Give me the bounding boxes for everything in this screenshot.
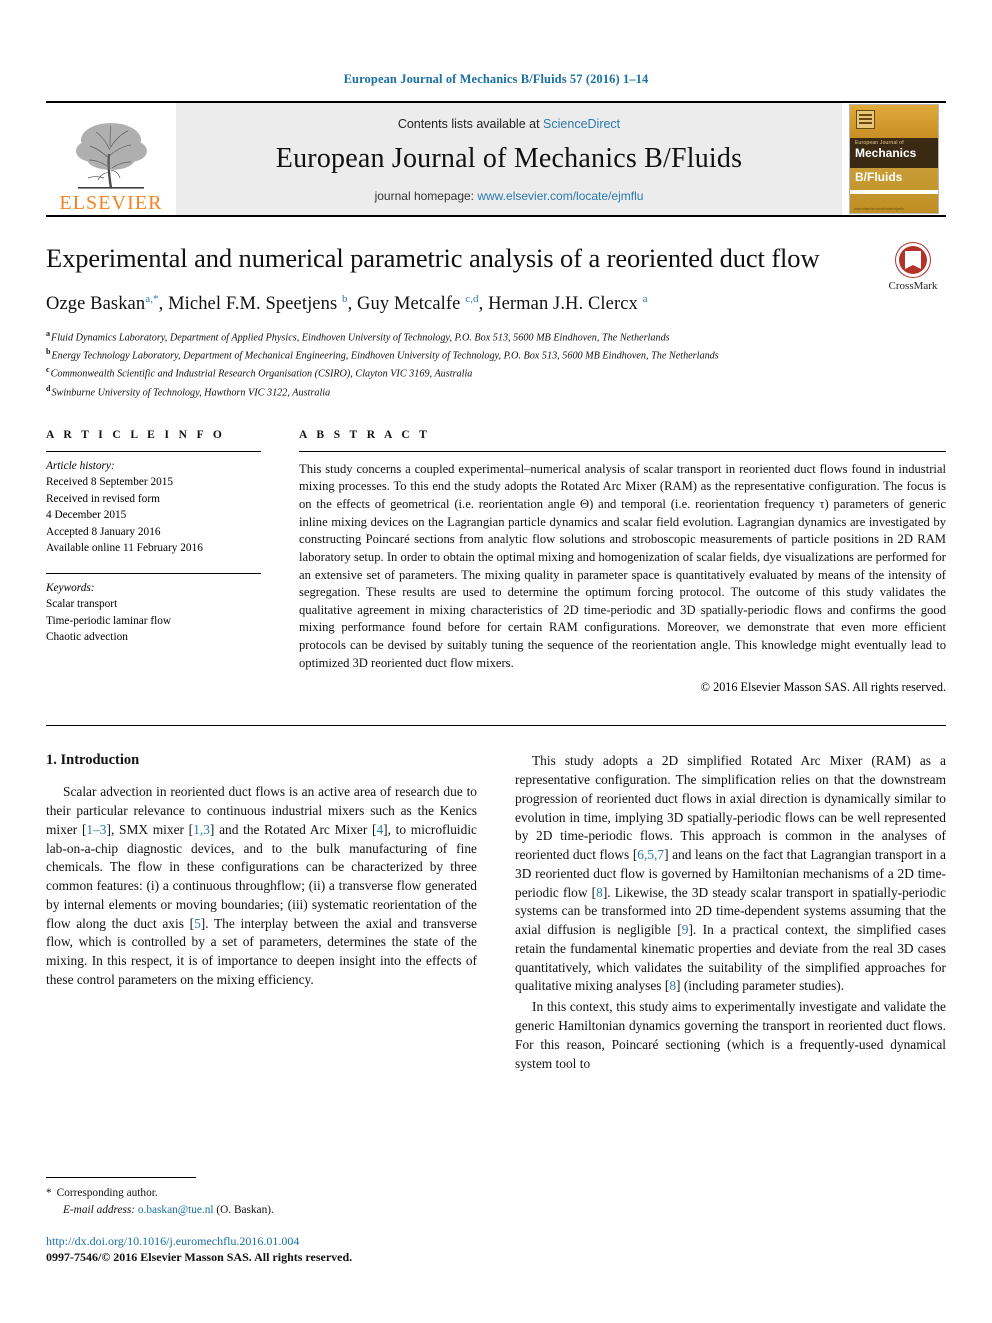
- affiliation-text: Energy Technology Laboratory, Department…: [51, 350, 719, 362]
- title-block: CrossMark Experimental and numerical par…: [46, 243, 946, 401]
- email-line: E-mail address: o.baskan@tue.nl (O. Bask…: [46, 1202, 476, 1219]
- corresponding-author-line: * Corresponding author.: [46, 1185, 476, 1202]
- article-history-label: Article history:: [46, 459, 115, 472]
- journal-masthead: ELSEVIER Contents lists available at Sci…: [46, 101, 946, 215]
- affiliation-mark: a: [46, 328, 50, 338]
- body-column-left: 1. Introduction Scalar advection in reor…: [46, 752, 477, 1075]
- journal-title: European Journal of Mechanics B/Fluids: [275, 142, 743, 174]
- affiliation-text: Fluid Dynamics Laboratory, Department of…: [51, 332, 670, 344]
- email-link[interactable]: o.baskan@tue.nl: [138, 1204, 214, 1216]
- body-paragraph: Scalar advection in reoriented duct flow…: [46, 784, 477, 987]
- doi-block: http://dx.doi.org/10.1016/j.euromechflu.…: [46, 1233, 476, 1265]
- footnote-rule: [46, 1176, 196, 1178]
- article-info-heading: A R T I C L E I N F O: [46, 428, 226, 441]
- article-history-block: Article history: Received 8 September 20…: [46, 452, 261, 557]
- keywords-label: Keywords:: [46, 581, 95, 594]
- affiliation-text: Commonwealth Scientific and Industrial R…: [50, 368, 473, 380]
- crossmark-badge-group[interactable]: CrossMark: [880, 243, 946, 292]
- abstract-heading: A B S T R A C T: [299, 428, 431, 441]
- history-item: Received 8 September 2015: [46, 476, 174, 489]
- keyword-item: Chaotic advection: [46, 631, 128, 644]
- crossmark-icon: [896, 243, 930, 277]
- asterisk-icon: *: [46, 1186, 52, 1199]
- email-label: E-mail address:: [63, 1203, 136, 1216]
- keywords-block: Keywords: Scalar transport Time-periodic…: [46, 574, 261, 646]
- body-column-right: This study adopts a 2D simplified Rotate…: [515, 752, 946, 1075]
- keyword-item: Time-periodic laminar flow: [46, 614, 172, 627]
- doi-link[interactable]: http://dx.doi.org/10.1016/j.euromechflu.…: [46, 1233, 476, 1249]
- abstract-copyright: © 2016 Elsevier Masson SAS. All rights r…: [700, 680, 946, 695]
- keyword-item: Scalar transport: [46, 598, 118, 611]
- cover-publisher-mark-icon: [856, 110, 875, 129]
- cover-title-band: European Journal of Mechanics: [850, 138, 938, 168]
- body-divider-rule: [46, 725, 946, 727]
- cover-journal-line2: Mechanics: [855, 146, 917, 160]
- elsevier-wordmark: ELSEVIER: [59, 192, 163, 214]
- cover-footer-url: www.elsevier.com/locate/ejmflu: [854, 207, 904, 211]
- history-item: 4 December 2015: [46, 509, 127, 522]
- running-head: European Journal of Mechanics B/Fluids 5…: [343, 72, 649, 86]
- page-title: Experimental and numerical parametric an…: [46, 243, 820, 273]
- paper-page: European Journal of Mechanics B/Fluids 5…: [0, 0, 992, 1323]
- affiliation-mark: b: [46, 347, 51, 357]
- history-item: Accepted 8 January 2016: [46, 525, 161, 538]
- history-item: Received in revised form: [46, 492, 160, 505]
- crossmark-label: CrossMark: [888, 280, 938, 292]
- masthead-bottom-rule: [46, 215, 946, 217]
- body-paragraph: This study adopts a 2D simplified Rotate…: [515, 753, 947, 994]
- issn-copyright-line: 0997-7546/© 2016 Elsevier Masson SAS. Al…: [46, 1249, 353, 1264]
- homepage-url-link[interactable]: www.elsevier.com/locate/ejmflu: [477, 189, 643, 203]
- author-list: Ozge Baskana,*, Michel F.M. Speetjens b,…: [46, 292, 648, 314]
- affiliation-mark: c: [46, 365, 50, 375]
- homepage-label: journal homepage:: [374, 188, 474, 203]
- journal-homepage-line: journal homepage: www.elsevier.com/locat…: [375, 189, 644, 203]
- elsevier-logo: ELSEVIER: [46, 103, 176, 215]
- abstract-text: This study concerns a coupled experiment…: [299, 461, 946, 670]
- cover-white-stripe: [850, 190, 938, 194]
- contents-list-line: Contents lists available at ScienceDirec…: [398, 117, 620, 131]
- affiliation-item: cCommonwealth Scientific and Industrial …: [46, 364, 946, 382]
- journal-cover-thumbnail: European Journal of Mechanics B/Fluids w…: [849, 104, 939, 214]
- cover-journal-line3: B/Fluids: [855, 170, 903, 184]
- history-item: Available online 11 February 2016: [46, 542, 203, 555]
- journal-banner: Contents lists available at ScienceDirec…: [176, 103, 842, 215]
- affiliation-list: aFluid Dynamics Laboratory, Department o…: [46, 328, 946, 401]
- contents-prefix: Contents lists available at: [397, 116, 540, 131]
- info-abstract-row: A R T I C L E I N F O Article history: R…: [46, 429, 946, 696]
- section-heading-introduction: 1. Introduction: [46, 752, 140, 769]
- affiliation-item: bEnergy Technology Laboratory, Departmen…: [46, 346, 946, 364]
- article-info-column: A R T I C L E I N F O Article history: R…: [46, 429, 261, 696]
- body-paragraph: In this context, this study aims to expe…: [515, 999, 946, 1071]
- affiliation-item: dSwinburne University of Technology, Haw…: [46, 383, 946, 401]
- sciencedirect-link[interactable]: ScienceDirect: [543, 117, 620, 131]
- affiliation-text: Swinburne University of Technology, Hawt…: [51, 386, 331, 398]
- affiliation-item: aFluid Dynamics Laboratory, Department o…: [46, 328, 946, 346]
- affiliation-mark: d: [46, 383, 51, 393]
- email-owner: (O. Baskan).: [216, 1203, 274, 1216]
- elsevier-tree-icon: [68, 118, 154, 192]
- abstract-column: A B S T R A C T This study concerns a co…: [299, 429, 946, 696]
- journal-cover-cell: European Journal of Mechanics B/Fluids w…: [842, 103, 946, 215]
- corresponding-author-text: Corresponding author.: [56, 1186, 158, 1199]
- body-columns: 1. Introduction Scalar advection in reor…: [46, 752, 946, 1075]
- page-footnote: * Corresponding author. E-mail address: o…: [46, 1176, 476, 1265]
